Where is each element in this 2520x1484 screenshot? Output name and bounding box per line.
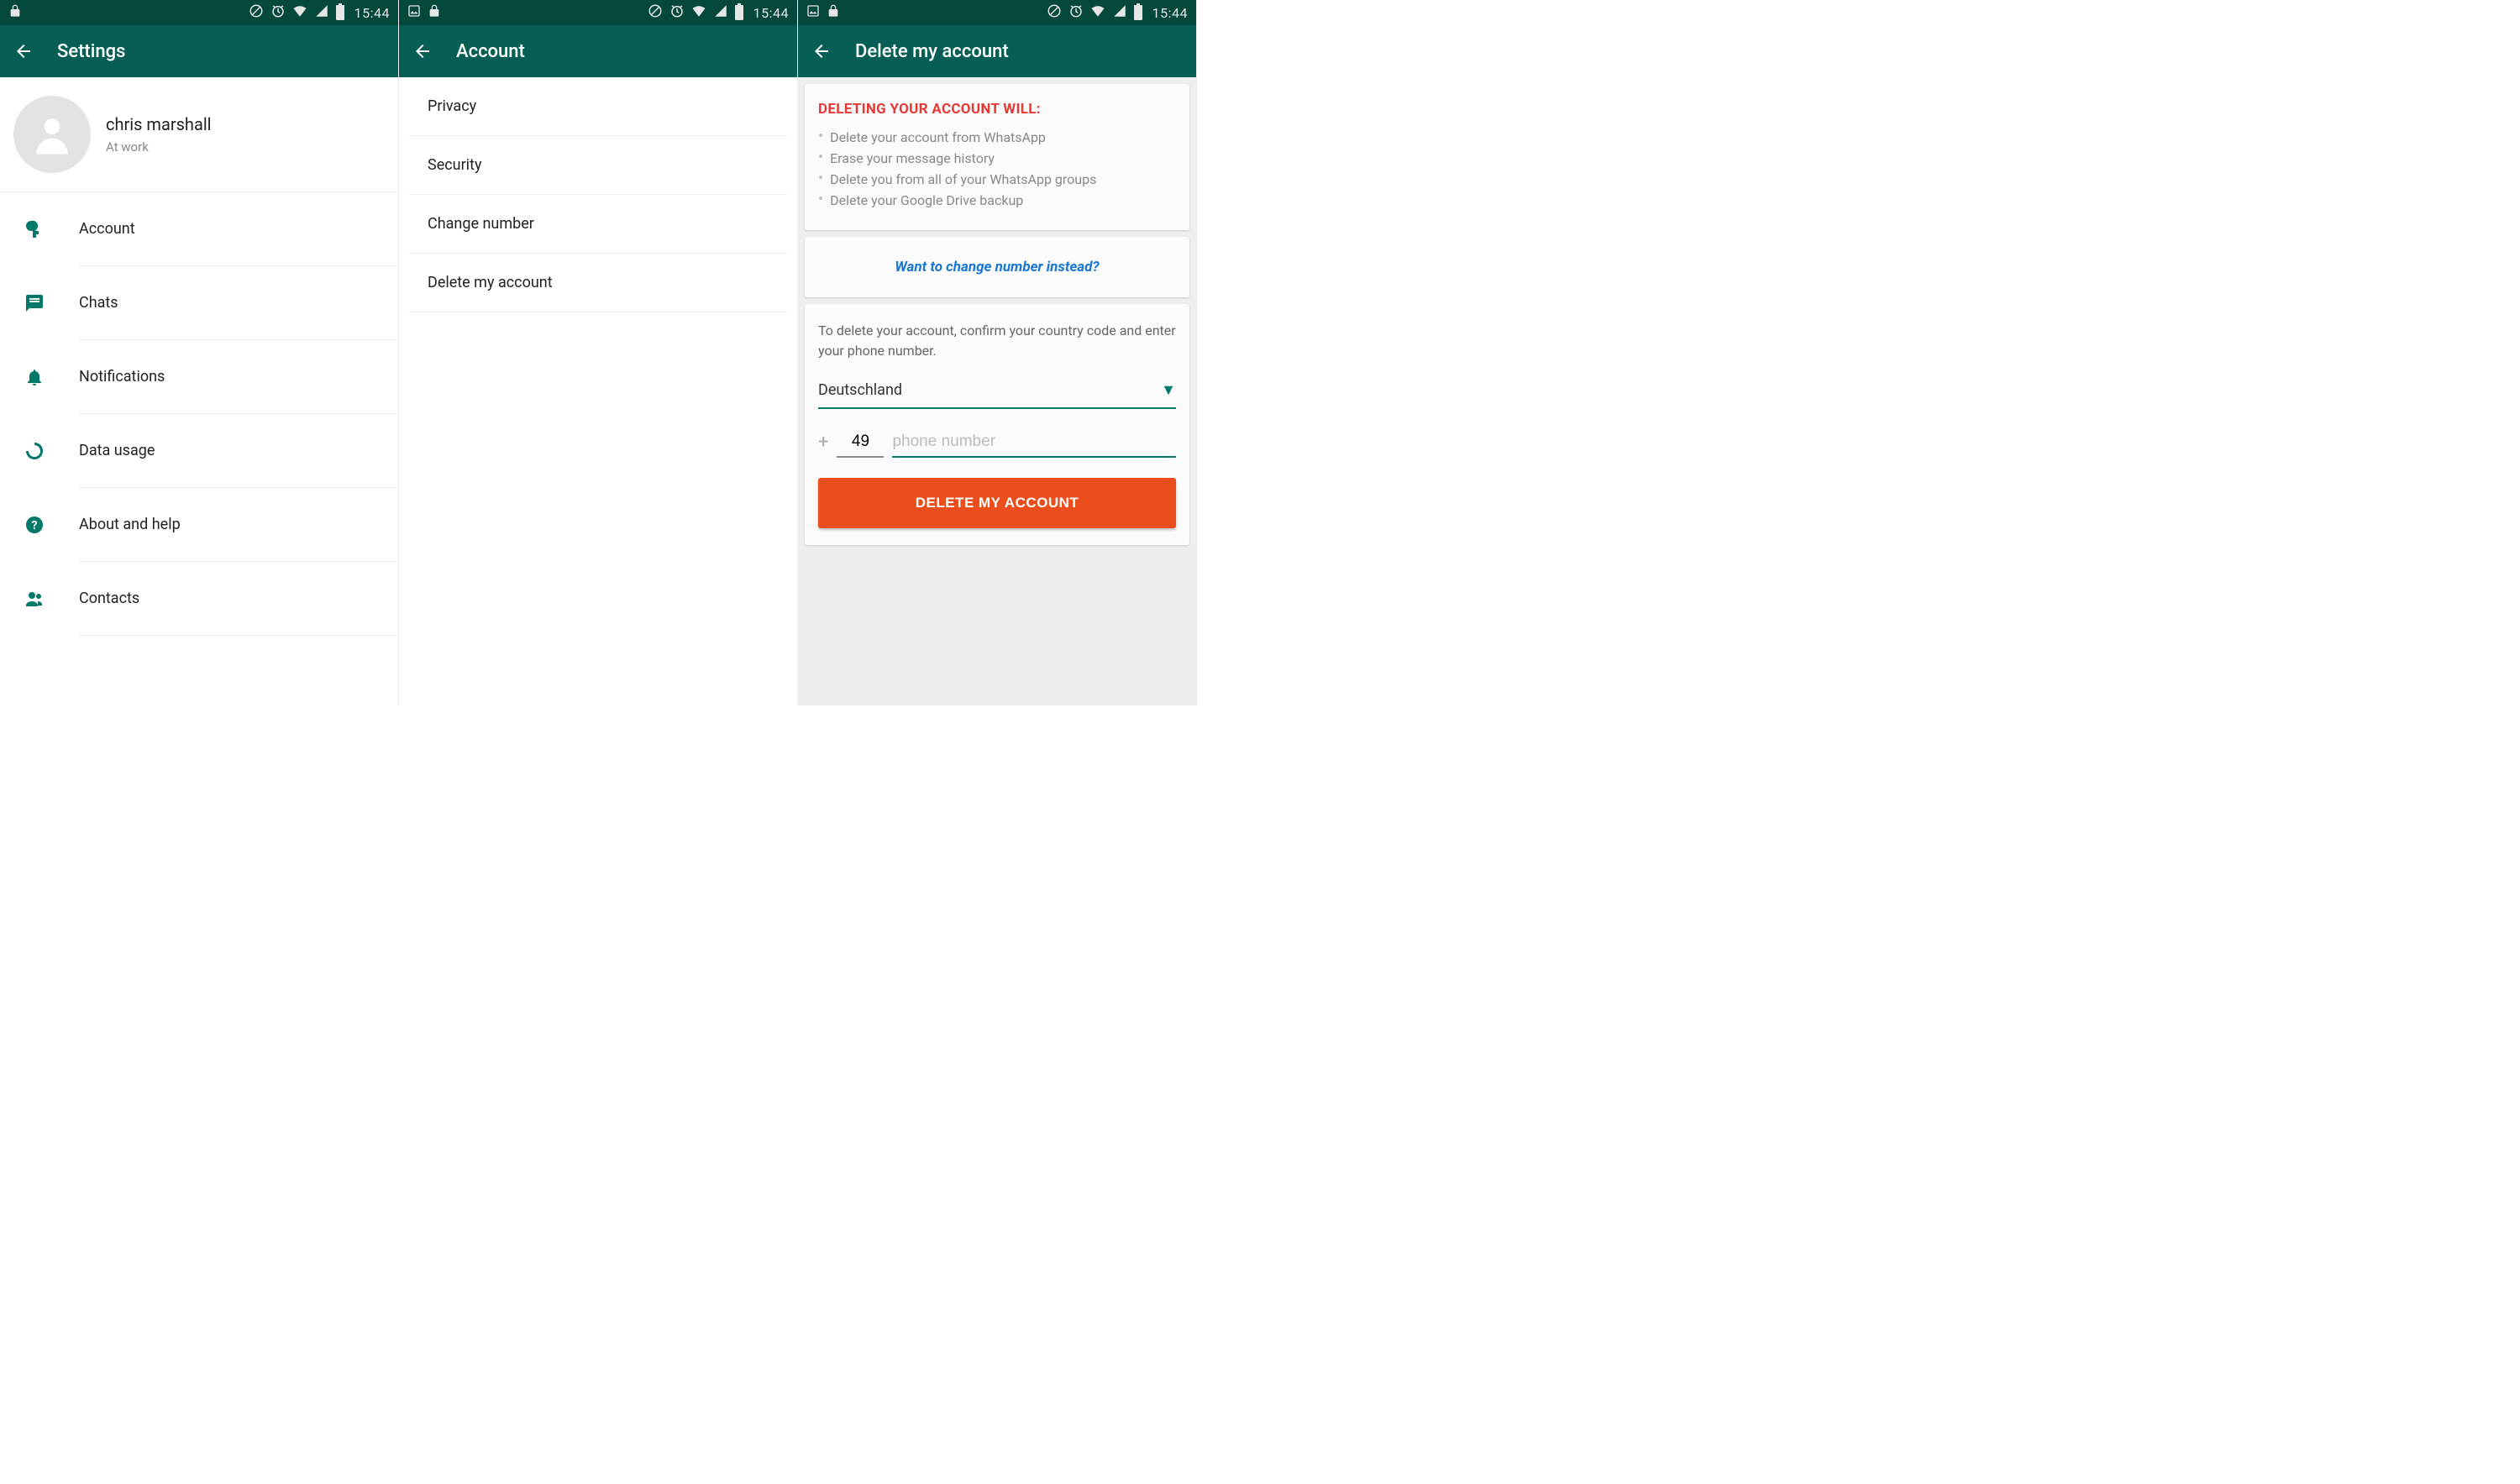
- settings-item-label: Chats: [79, 266, 398, 340]
- image-icon: [407, 4, 421, 21]
- alarm-icon: [270, 3, 286, 22]
- account-item-label: Security: [428, 156, 481, 174]
- wifi-icon: [292, 3, 307, 22]
- app-bar: Delete my account: [798, 25, 1196, 77]
- signal-icon: [713, 3, 728, 22]
- warning-bullet: Delete your account from WhatsApp: [818, 129, 1176, 145]
- warning-bullets: Delete your account from WhatsApp Erase …: [818, 129, 1176, 208]
- settings-item-label: Data usage: [79, 414, 398, 488]
- chevron-down-icon: ▼: [1161, 381, 1176, 399]
- no-sim-icon: [648, 3, 663, 22]
- signal-icon: [314, 3, 329, 22]
- settings-item-notifications[interactable]: Notifications: [24, 340, 398, 414]
- account-item-security[interactable]: Security: [409, 136, 787, 195]
- settings-item-about[interactable]: ? About and help: [24, 488, 398, 562]
- help-icon: ?: [24, 515, 45, 535]
- status-time: 15:44: [1152, 5, 1188, 21]
- screen-account: 15:44 Account Privacy Security Change nu…: [399, 0, 798, 705]
- warning-bullet: Delete your Google Drive backup: [818, 192, 1176, 208]
- alarm-icon: [669, 3, 685, 22]
- delete-body: DELETING YOUR ACCOUNT WILL: Delete your …: [798, 77, 1196, 705]
- data-usage-icon: [24, 441, 45, 461]
- svg-text:?: ?: [32, 519, 38, 532]
- settings-item-label: Account: [79, 192, 398, 266]
- key-icon: [24, 219, 45, 239]
- profile-status: At work: [106, 139, 212, 155]
- phone-number-input[interactable]: [892, 429, 1176, 458]
- bell-icon: [24, 367, 45, 387]
- back-button[interactable]: [13, 41, 34, 61]
- alarm-icon: [1068, 3, 1084, 22]
- signal-icon: [1112, 3, 1127, 22]
- lock-icon: [428, 4, 441, 21]
- warning-bullet: Delete you from all of your WhatsApp gro…: [818, 171, 1176, 187]
- settings-item-account[interactable]: Account: [24, 192, 398, 266]
- status-time: 15:44: [354, 5, 390, 21]
- warning-bullet: Erase your message history: [818, 150, 1176, 166]
- status-bar: 15:44: [798, 0, 1196, 25]
- confirm-card: To delete your account, confirm your cou…: [805, 304, 1189, 545]
- warning-title: DELETING YOUR ACCOUNT WILL:: [818, 101, 1176, 118]
- page-title: Delete my account: [855, 41, 1009, 62]
- chat-icon: [24, 293, 45, 313]
- plus-icon: +: [818, 432, 828, 458]
- change-number-link[interactable]: Want to change number instead?: [818, 254, 1176, 281]
- avatar: [13, 96, 91, 173]
- battery-icon: [735, 5, 743, 20]
- account-item-label: Change number: [428, 215, 534, 233]
- lock-icon: [827, 4, 840, 21]
- settings-item-label: Contacts: [79, 562, 398, 636]
- battery-icon: [1134, 5, 1142, 20]
- profile-card[interactable]: chris marshall At work: [0, 77, 398, 192]
- image-icon: [806, 4, 820, 21]
- battery-icon: [336, 5, 344, 20]
- delete-account-button[interactable]: DELETE MY ACCOUNT: [818, 478, 1176, 528]
- contacts-icon: [24, 589, 45, 609]
- status-bar: 15:44: [399, 0, 797, 25]
- account-item-delete[interactable]: Delete my account: [409, 254, 787, 312]
- wifi-icon: [691, 3, 706, 22]
- change-number-card[interactable]: Want to change number instead?: [805, 237, 1189, 297]
- status-time: 15:44: [753, 5, 789, 21]
- settings-item-label: Notifications: [79, 340, 398, 414]
- app-bar: Account: [399, 25, 797, 77]
- settings-item-contacts[interactable]: Contacts: [24, 562, 398, 636]
- page-title: Settings: [57, 41, 125, 62]
- country-value: Deutschland: [818, 381, 902, 399]
- settings-list: Account Chats Notifications Data usage ?…: [0, 192, 398, 636]
- no-sim-icon: [1047, 3, 1062, 22]
- page-title: Account: [456, 41, 525, 62]
- settings-item-data-usage[interactable]: Data usage: [24, 414, 398, 488]
- back-button[interactable]: [811, 41, 832, 61]
- wifi-icon: [1090, 3, 1105, 22]
- screen-settings: 15:44 Settings chris marshall At work Ac…: [0, 0, 399, 705]
- app-bar: Settings: [0, 25, 398, 77]
- status-bar: 15:44: [0, 0, 398, 25]
- account-item-label: Delete my account: [428, 274, 553, 291]
- profile-name: chris marshall: [106, 114, 212, 134]
- account-item-change-number[interactable]: Change number: [409, 195, 787, 254]
- settings-item-label: About and help: [79, 488, 398, 562]
- account-item-label: Privacy: [428, 97, 476, 115]
- account-list: Privacy Security Change number Delete my…: [399, 77, 797, 312]
- warning-card: DELETING YOUR ACCOUNT WILL: Delete your …: [805, 84, 1189, 230]
- lock-icon: [8, 4, 22, 21]
- back-button[interactable]: [412, 41, 433, 61]
- screen-delete-account: 15:44 Delete my account DELETING YOUR AC…: [798, 0, 1197, 705]
- confirm-instruction: To delete your account, confirm your cou…: [818, 321, 1176, 361]
- no-sim-icon: [249, 3, 264, 22]
- settings-item-chats[interactable]: Chats: [24, 266, 398, 340]
- country-select[interactable]: Deutschland ▼: [818, 376, 1176, 409]
- country-code-input[interactable]: [837, 429, 884, 458]
- account-item-privacy[interactable]: Privacy: [409, 77, 787, 136]
- phone-row: +: [818, 429, 1176, 458]
